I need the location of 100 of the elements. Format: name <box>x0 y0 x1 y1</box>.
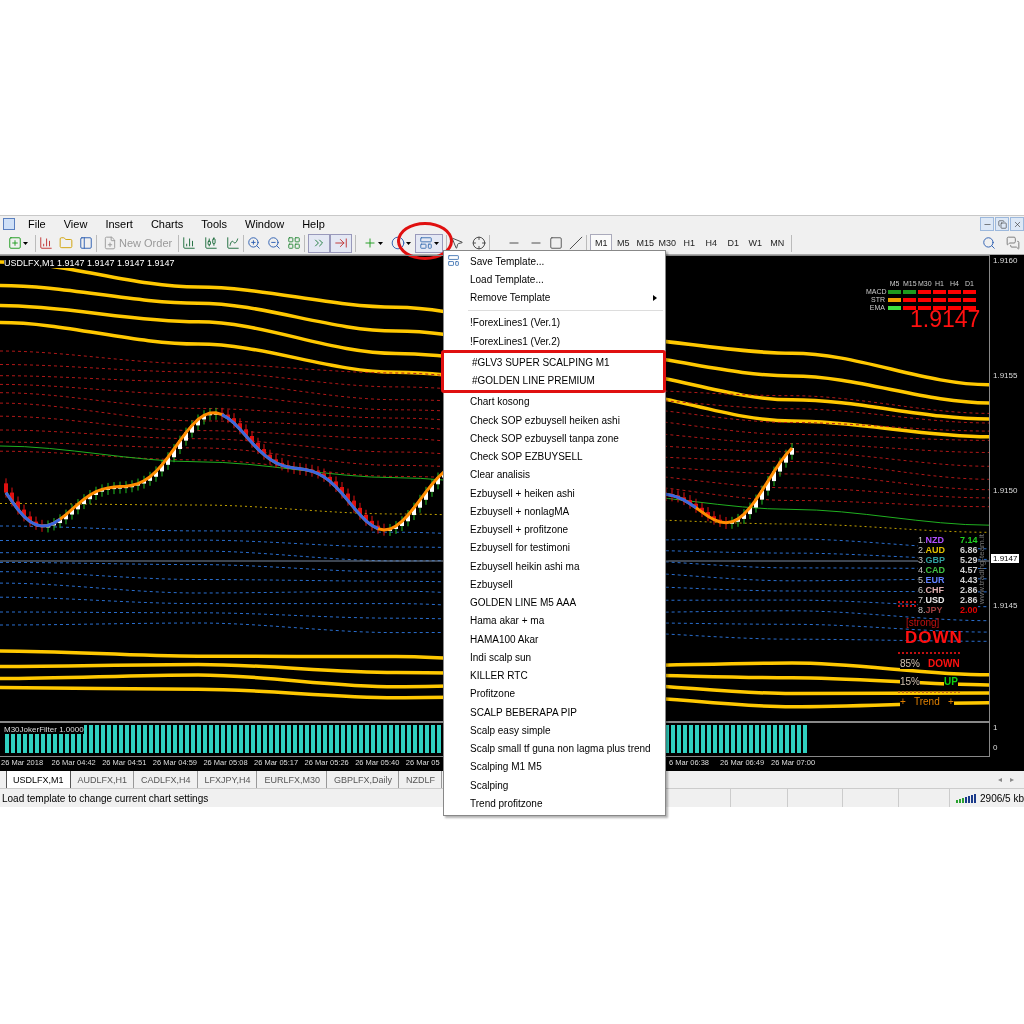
plus-icon <box>8 236 22 250</box>
menu-item[interactable]: HAMA100 Akar <box>444 630 665 649</box>
rank-number: 8. <box>918 605 926 615</box>
menu-bar-item[interactable]: Window <box>236 218 294 230</box>
menu-item[interactable]: Chart kosong <box>444 392 665 411</box>
menu-item[interactable]: GOLDEN LINE M5 AAA <box>444 593 665 612</box>
percent-label: 85% <box>900 658 920 669</box>
indicator-scale-label: 1 <box>993 723 998 732</box>
close-button[interactable] <box>1010 217 1024 231</box>
menu-item[interactable]: Scalp easy simple <box>444 721 665 740</box>
strength-value: 2.86 <box>951 585 978 595</box>
tile-windows-icon[interactable] <box>287 236 302 250</box>
menu-item[interactable]: Profitzone <box>444 684 665 703</box>
submenu-arrow-icon <box>653 294 657 301</box>
timeframe-button[interactable]: W1 <box>744 233 767 253</box>
menu-item[interactable]: !ForexLines1 (Ver.1) <box>444 313 665 332</box>
menu-item[interactable]: Clear analisis <box>444 465 665 484</box>
timeframe-button[interactable]: D1 <box>722 233 745 253</box>
current-price-label: 1.9147 <box>991 554 1020 563</box>
caret-icon <box>378 241 384 245</box>
strength-value: 4.43 <box>951 575 978 585</box>
line-chart-icon[interactable] <box>226 236 241 250</box>
direction-label: DOWN <box>905 628 963 648</box>
minimize-button[interactable] <box>980 217 994 231</box>
strength-value: 5.29 <box>951 555 978 565</box>
bar-chart-icon[interactable] <box>182 236 197 250</box>
menu-item[interactable]: #GOLDEN LINE PREMIUM <box>446 371 663 390</box>
price-label: 1.9150 <box>993 486 1018 495</box>
menu-item[interactable]: Ezbuysell + heiken ashi <box>444 484 665 503</box>
currency-label: GBP <box>925 555 952 565</box>
currency-label: AUD <box>925 545 952 555</box>
menu-item[interactable]: Check SOP ezbuysell tanpa zone <box>444 429 665 448</box>
rank-number: 4. <box>918 565 926 575</box>
menu-item[interactable]: Remove Template <box>444 288 665 307</box>
menu-item[interactable]: #GLV3 SUPER SCALPING M1 <box>446 353 663 372</box>
crosshair-icon[interactable] <box>472 236 487 250</box>
chat-icon[interactable] <box>1006 236 1020 250</box>
navigator-icon[interactable] <box>79 236 93 250</box>
currency-label: CAD <box>925 565 952 575</box>
menu-item[interactable]: Scalping M1 M5 <box>444 757 665 776</box>
cursor-icon[interactable] <box>450 236 465 250</box>
caret-icon <box>434 241 440 245</box>
timeframe-button[interactable]: M15 <box>634 233 657 253</box>
templates-button[interactable] <box>415 233 444 253</box>
chart-tab[interactable]: AUDLFX,H1 <box>70 771 135 788</box>
menu-item[interactable]: Ezbuysell + profitzone <box>444 520 665 539</box>
search-icon[interactable] <box>982 236 996 250</box>
timeframe-button[interactable]: H1 <box>678 233 701 253</box>
menu-bar-item[interactable]: File <box>19 218 55 230</box>
menu-item[interactable]: Check SOP ezbuysell heiken ashi <box>444 411 665 430</box>
template-icon <box>419 236 434 250</box>
candlestick-icon[interactable] <box>204 236 219 250</box>
chart-tab[interactable]: CADLFX,H4 <box>134 771 198 788</box>
currency-label: JPY <box>925 605 952 615</box>
chart-tab[interactable]: USDLFX,M1 <box>6 771 71 788</box>
menu-bar-item[interactable]: Charts <box>141 218 193 230</box>
strength-value: 2.86 <box>951 595 978 605</box>
restore-button[interactable] <box>995 217 1009 231</box>
menu-bar-item[interactable]: Tools <box>192 218 236 230</box>
menu-item[interactable]: Hama akar + ma <box>444 611 665 630</box>
connection-bars-icon <box>956 793 977 803</box>
trendline-icon[interactable] <box>569 236 584 250</box>
document-icon <box>103 236 117 250</box>
timeframe-button[interactable]: H4 <box>700 233 723 253</box>
zoom-in-icon[interactable] <box>247 236 262 250</box>
rank-number: 5. <box>918 575 926 585</box>
chart-tab[interactable]: LFXJPY,H4 <box>197 771 258 788</box>
price-label: 1.9155 <box>993 371 1018 380</box>
chart-shift-button[interactable] <box>330 233 353 253</box>
menu-item[interactable]: Indi scalp sun <box>444 648 665 667</box>
menu-item[interactable]: Check SOP EZBUYSELL <box>444 447 665 466</box>
trend-label: DOWN <box>928 658 960 669</box>
menu-item[interactable]: Scalp small tf guna non lagma plus trend <box>444 739 665 758</box>
timeframe-button[interactable]: M5 <box>612 233 635 253</box>
app-icon <box>3 218 15 230</box>
menu-item[interactable]: KILLER RTC <box>444 666 665 685</box>
menu-item[interactable]: Save Template... <box>444 252 665 271</box>
auto-scroll-button[interactable] <box>308 233 331 253</box>
timeframe-button[interactable]: M30 <box>656 233 679 253</box>
indicator-scale-label: 0 <box>993 743 998 752</box>
menu-item[interactable]: !ForexLines1 (Ver.2) <box>444 332 665 351</box>
menu-item[interactable]: SCALP BEBERAPA PIP <box>444 703 665 722</box>
menu-item[interactable]: Ezbuysell for testimoni <box>444 538 665 557</box>
menu-item[interactable]: Trend profitzone <box>444 794 665 813</box>
chart-tab[interactable]: GBPLFX,Daily <box>326 771 399 788</box>
chart-tab[interactable]: EURLFX,M30 <box>257 771 327 788</box>
menu-bar-item[interactable]: Help <box>293 218 334 230</box>
menu-bar-item[interactable]: View <box>54 218 97 230</box>
rank-number: 1. <box>918 535 926 545</box>
menu-item[interactable]: Ezbuysell + nonlagMA <box>444 502 665 521</box>
zoom-out-icon[interactable] <box>267 236 282 250</box>
chart-tab[interactable]: NZDLF <box>398 771 442 788</box>
rectangle-icon[interactable] <box>549 236 564 250</box>
price-label: 1.9160 <box>993 256 1018 265</box>
menu-item[interactable]: Load Template... <box>444 270 665 289</box>
menu-item[interactable]: Ezbuysell heikin ashi ma <box>444 557 665 576</box>
menu-item[interactable]: Ezbuysell <box>444 575 665 594</box>
menu-item[interactable]: Scalping <box>444 776 665 795</box>
menu-bar-item[interactable]: Insert <box>96 218 142 230</box>
timeframe-button[interactable]: MN <box>766 233 789 253</box>
